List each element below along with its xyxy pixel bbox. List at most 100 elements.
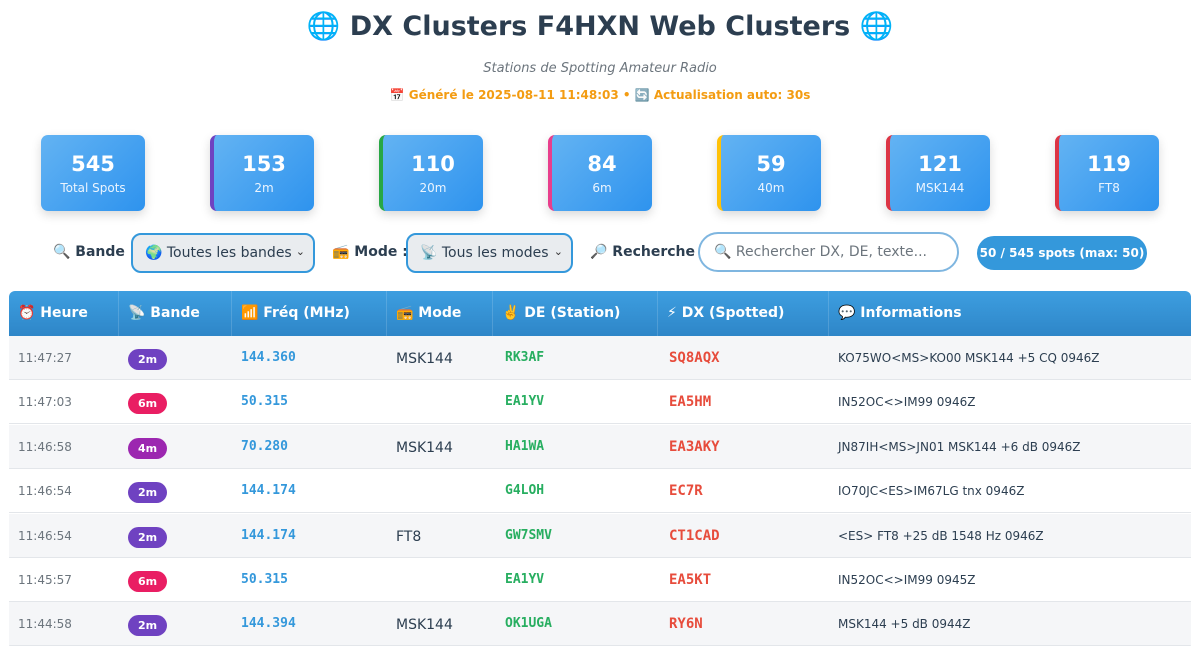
stat-label: MSK144 — [915, 181, 965, 195]
cell-de-callsign: RK3AF — [505, 350, 545, 365]
chevron-down-icon: ⌄ — [295, 245, 305, 258]
cell-freq: 144.360 — [241, 350, 296, 365]
cell-freq: 144.174 — [241, 527, 296, 543]
col-header-dx[interactable]: ⚡ DX (Spotted) — [658, 291, 829, 336]
cell-info: KO75WO<MS>KO00 MSK144 +5 CQ 0946Z — [838, 351, 1100, 365]
cell-band: 2m — [128, 469, 167, 513]
band-select[interactable]: 🌍 Toutes les bandes ⌄ — [131, 233, 315, 273]
cell-mode: MSK144 — [396, 617, 453, 634]
col-header-time[interactable]: ⏰ Heure — [9, 291, 119, 336]
stat-label: 40m — [757, 181, 785, 195]
spots-table: ⏰ Heure 📡 Bande 📶 Fréq (MHz) 📻 Mode ✌️ D… — [9, 291, 1191, 650]
cell-band: 4m — [128, 425, 167, 469]
cell-info: MSK144 +5 dB 0944Z — [838, 617, 971, 632]
cell-dx-callsign: EA3AKY — [669, 438, 720, 455]
band-select-value: 🌍 Toutes les bandes — [145, 245, 292, 261]
cell-info: <ES> FT8 +25 dB 1548 Hz 0946Z — [838, 528, 1044, 543]
band-badge: 4m — [128, 437, 167, 459]
stat-card-20m: 110 20m — [379, 135, 483, 211]
cell-de-callsign: GW7SMV — [505, 527, 552, 543]
cell-time: 11:46:54 — [18, 484, 72, 499]
stat-value: 121 — [918, 152, 962, 176]
stat-card-msk144: 121 MSK144 — [886, 135, 990, 211]
cell-de-callsign: G4LOH — [505, 483, 545, 499]
table-row[interactable]: 11:44:58 2m 144.394 MSK144 OK1UGA RY6N MSK144 … — [9, 602, 1191, 647]
table-row[interactable]: 11:47:03 6m 50.315 EA1YV EA5HM IN52OC<>IM99 0… — [9, 380, 1191, 425]
table-header: ⏰ Heure 📡 Bande 📶 Fréq (MHz) 📻 Mode ✌️ D… — [9, 291, 1191, 336]
col-header-de[interactable]: ✌️ DE (Station) — [493, 291, 658, 336]
cell-time: 11:47:03 — [18, 395, 72, 410]
spot-count-badge: 50 / 545 spots (max: 50) — [977, 236, 1147, 270]
stat-label: Total Spots — [60, 181, 126, 195]
cell-freq: 50.315 — [241, 394, 288, 410]
cell-de-callsign: EA1YV — [505, 572, 545, 587]
cell-time: 11:46:54 — [18, 528, 72, 543]
cell-de-callsign: EA1YV — [505, 394, 545, 410]
mode-select-value: 📡 Tous les modes — [420, 245, 549, 261]
stats-bar: 545 Total Spots 153 2m 110 20m 84 6m 59 … — [41, 135, 1161, 211]
stat-label: 2m — [254, 181, 274, 195]
search-label: 🔎 Recherche : — [590, 244, 706, 260]
cell-mode: FT8 — [396, 528, 422, 545]
band-badge: 2m — [128, 349, 167, 370]
stat-label: 6m — [592, 181, 612, 195]
mode-filter-label: 📻 Mode : — [332, 244, 408, 260]
table-row[interactable]: 11:46:54 2m 144.174 G4LOH EC7R IO70JC<ES>IM67… — [9, 469, 1191, 514]
cell-time: 11:46:58 — [18, 439, 72, 454]
stat-value: 110 — [411, 152, 455, 176]
stat-label: FT8 — [1098, 181, 1120, 195]
stat-card-total: 545 Total Spots — [41, 135, 145, 211]
cell-dx-callsign: CT1CAD — [669, 527, 720, 544]
stat-value: 545 — [71, 152, 115, 176]
cell-time: 11:45:57 — [18, 573, 72, 587]
stat-value: 119 — [1087, 152, 1131, 176]
cell-dx-callsign: EC7R — [669, 483, 703, 500]
col-header-info[interactable]: 💬 Informations — [829, 291, 1191, 336]
band-badge: 2m — [128, 526, 167, 548]
cell-de-callsign: OK1UGA — [505, 616, 552, 632]
table-row[interactable]: 11:45:57 6m 50.315 EA1YV EA5KT IN52OC<>IM99 0… — [9, 558, 1191, 602]
generated-status: 📅 Généré le 2025-08-11 11:48:03 • 🔄 Actu… — [389, 88, 811, 102]
stat-card-6m: 84 6m — [548, 135, 652, 211]
table-row[interactable]: 11:46:54 2m 144.174 FT8 GW7SMV CT1CAD <ES> FT8… — [9, 513, 1191, 558]
filter-bar: 🔍 Bande : 🌍 Toutes les bandes ⌄ 📻 Mode :… — [0, 232, 1200, 274]
cell-info: IN52OC<>IM99 0946Z — [838, 395, 976, 410]
cell-dx-callsign: EA5HM — [669, 394, 712, 411]
stat-value: 153 — [242, 152, 286, 176]
cell-band: 2m — [128, 336, 167, 380]
cell-dx-callsign: SQ8AQX — [669, 350, 720, 366]
stat-card-40m: 59 40m — [717, 135, 821, 211]
band-badge: 6m — [128, 571, 167, 592]
cell-info: JN87IH<MS>JN01 MSK144 +6 dB 0946Z — [838, 439, 1081, 454]
cell-time: 11:47:27 — [18, 351, 72, 365]
cell-band: 6m — [128, 380, 167, 424]
search-input[interactable]: 🔍 Rechercher DX, DE, texte... — [698, 232, 959, 272]
mode-select[interactable]: 📡 Tous les modes ⌄ — [406, 233, 573, 273]
band-badge: 6m — [128, 393, 167, 415]
stat-value: 59 — [756, 152, 786, 176]
band-filter-label: 🔍 Bande : — [53, 244, 136, 260]
chevron-down-icon: ⌄ — [553, 245, 563, 258]
band-badge: 2m — [128, 482, 167, 504]
band-badge: 2m — [128, 615, 167, 637]
col-header-band[interactable]: 📡 Bande — [119, 291, 232, 336]
page-title: 🌐 DX Clusters F4HXN Web Clusters 🌐 — [306, 11, 894, 42]
cell-freq: 144.394 — [241, 616, 296, 632]
stat-card-ft8: 119 FT8 — [1055, 135, 1159, 211]
col-header-freq[interactable]: 📶 Fréq (MHz) — [232, 291, 387, 336]
table-row[interactable]: 11:46:58 4m 70.280 MSK144 HA1WA EA3AKY JN87IH<… — [9, 424, 1191, 469]
cell-de-callsign: HA1WA — [505, 438, 545, 454]
col-header-mode[interactable]: 📻 Mode — [387, 291, 493, 336]
cell-info: IO70JC<ES>IM67LG tnx 0946Z — [838, 484, 1025, 499]
stat-value: 84 — [587, 152, 617, 176]
table-row[interactable]: 11:47:27 2m 144.360 MSK144 RK3AF SQ8AQX KO75WO… — [9, 336, 1191, 380]
cell-dx-callsign: RY6N — [669, 616, 703, 633]
stat-label: 20m — [419, 181, 447, 195]
cell-mode: MSK144 — [396, 351, 453, 367]
cell-freq: 70.280 — [241, 438, 288, 454]
cell-band: 6m — [128, 558, 167, 602]
cell-dx-callsign: EA5KT — [669, 572, 712, 588]
search-placeholder: 🔍 Rechercher DX, DE, texte... — [714, 244, 928, 260]
page-subtitle: Stations de Spotting Amateur Radio — [483, 61, 717, 76]
cell-freq: 50.315 — [241, 572, 288, 587]
